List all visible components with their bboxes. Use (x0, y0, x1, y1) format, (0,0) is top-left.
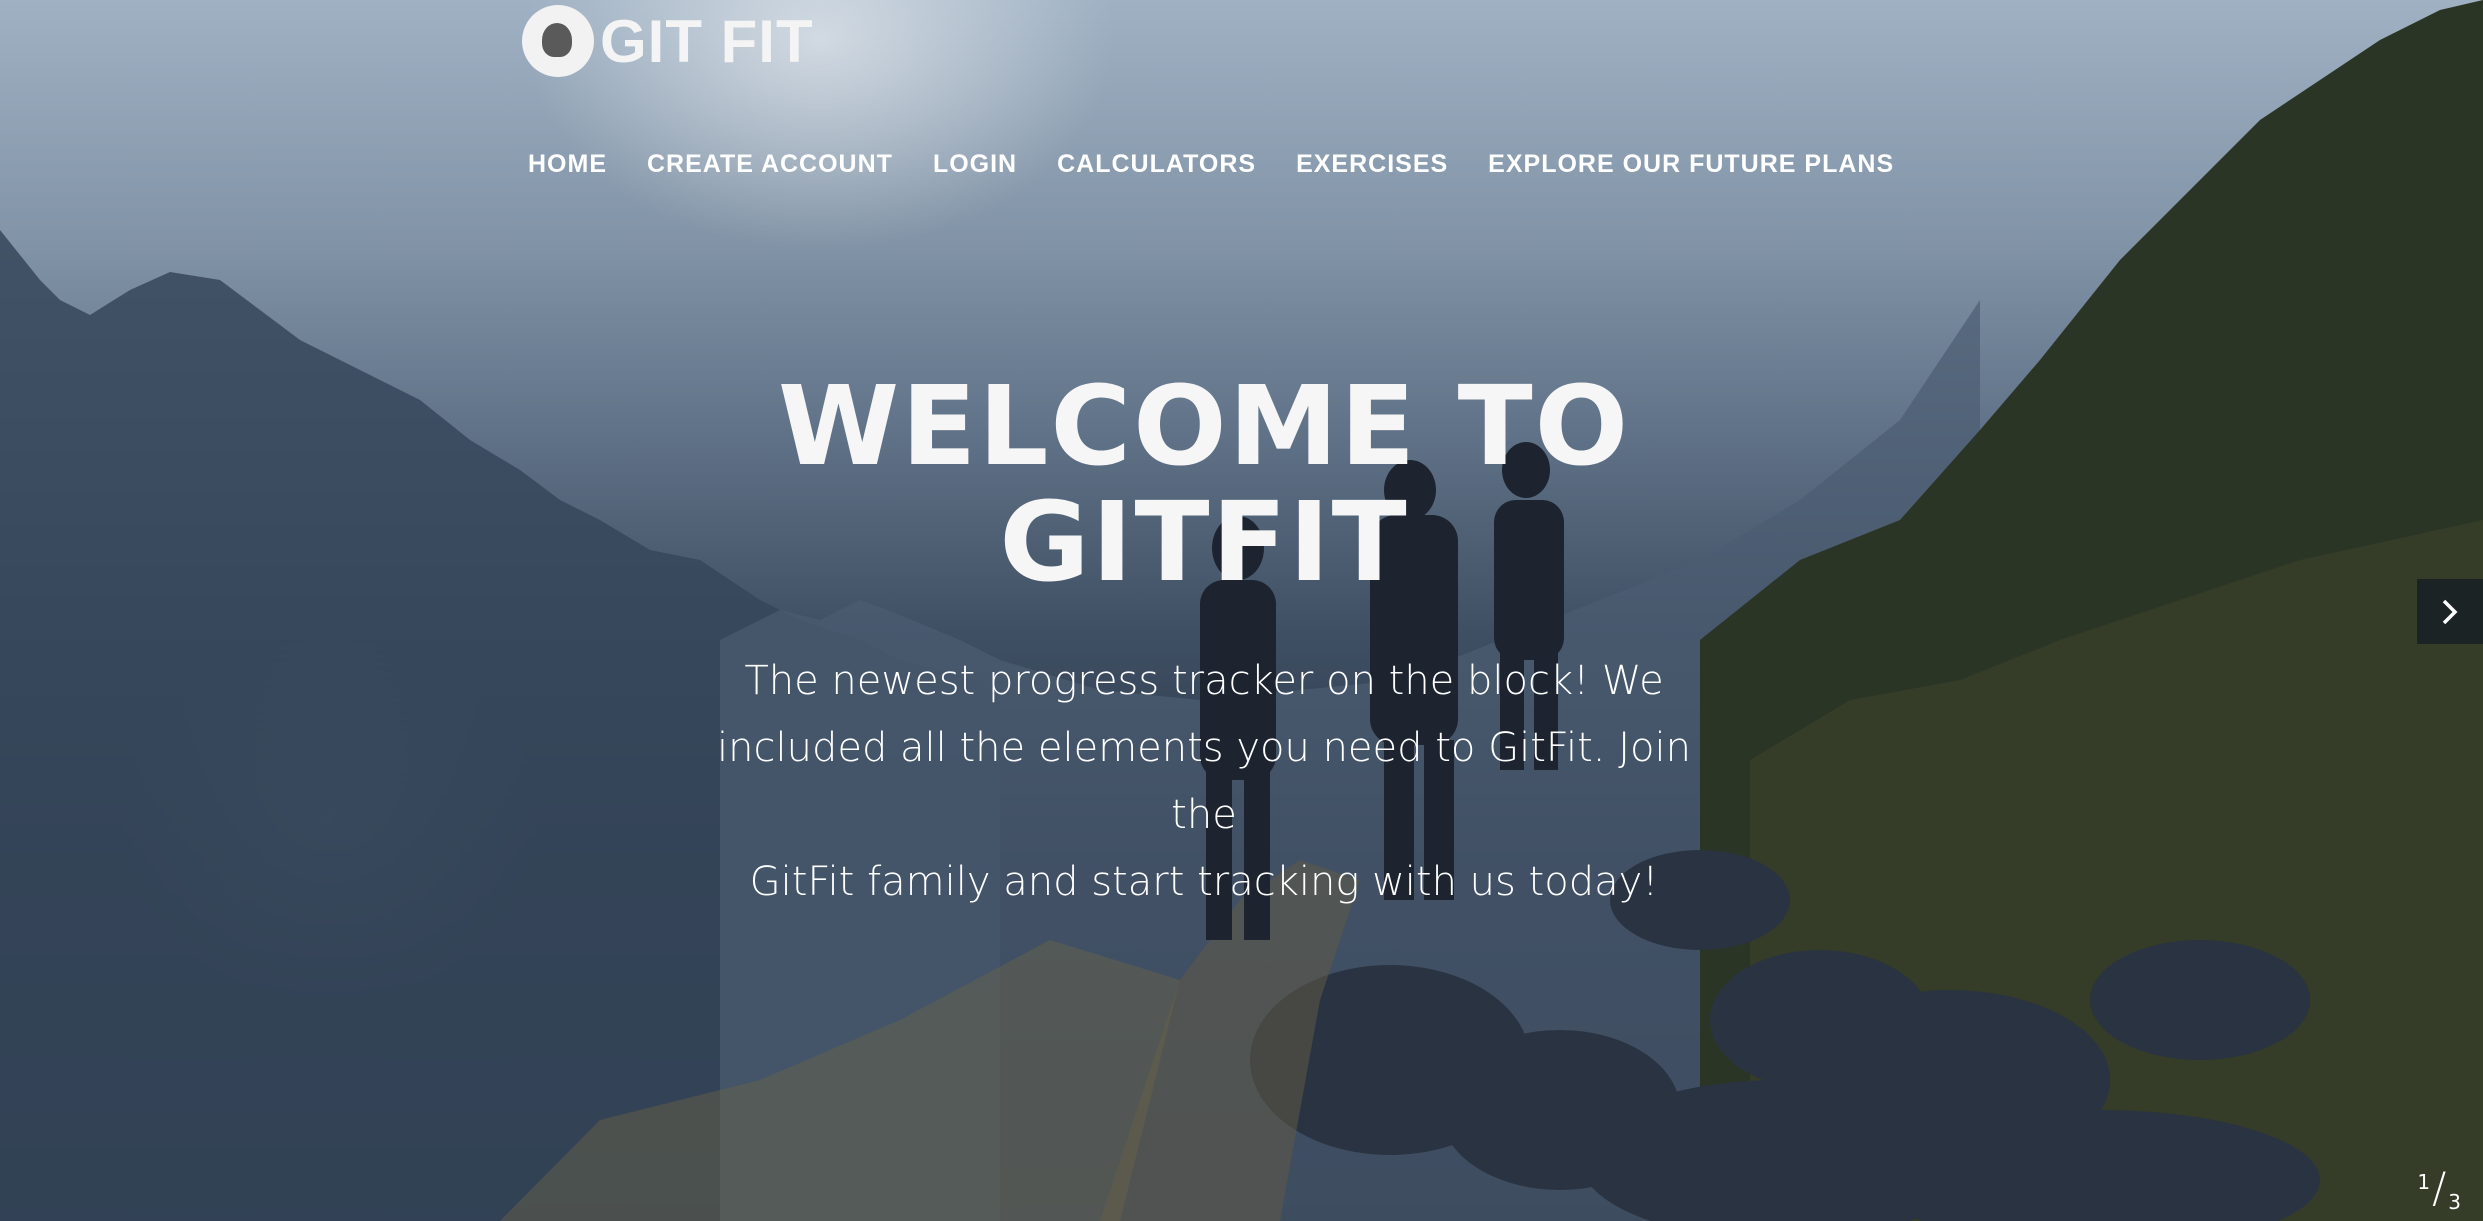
hero-text-line-1: The newest progress tracker on the block… (744, 658, 1664, 704)
slider-next-button[interactable] (2417, 579, 2483, 644)
gitfit-octocat-logo-icon (522, 5, 594, 77)
nav-login[interactable]: LOGIN (933, 150, 1017, 179)
main-nav: HOME CREATE ACCOUNT LOGIN CALCULATORS EX… (528, 150, 1934, 179)
hero-title-line-1: WELCOME TO (777, 362, 1631, 490)
hero-text-line-3: GitFit family and start tracking with us… (749, 859, 1659, 905)
hero-text-line-2: included all the elements you need to Gi… (717, 725, 1691, 838)
slide-total: 3 (2448, 1190, 2461, 1214)
hero-background-image (0, 0, 2483, 1221)
nav-create-account[interactable]: CREATE ACCOUNT (647, 150, 893, 179)
nav-home[interactable]: HOME (528, 150, 607, 179)
nav-calculators[interactable]: CALCULATORS (1057, 150, 1256, 179)
chevron-right-icon (2442, 599, 2458, 624)
slide-counter: 1 / 3 (2417, 1163, 2461, 1215)
nav-explore-future-plans[interactable]: EXPLORE OUR FUTURE PLANS (1488, 150, 1894, 179)
slide-separator: / (2432, 1163, 2447, 1212)
brand-name: GIT FIT (600, 7, 814, 75)
hero-description: The newest progress tracker on the block… (680, 648, 1728, 916)
hero-title-line-2: GITFIT (999, 478, 1409, 606)
slide-current: 1 (2417, 1170, 2431, 1194)
hero-title: WELCOME TO GITFIT (640, 368, 1768, 600)
brand-logo[interactable]: GIT FIT (522, 4, 814, 78)
nav-exercises[interactable]: EXERCISES (1296, 150, 1448, 179)
mountain-scene (0, 0, 2483, 1221)
